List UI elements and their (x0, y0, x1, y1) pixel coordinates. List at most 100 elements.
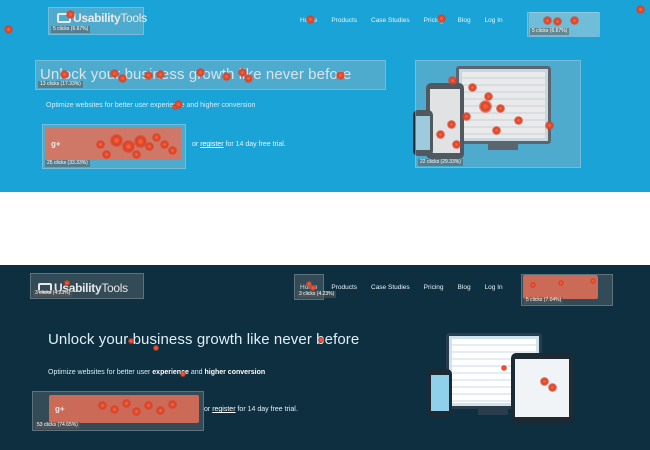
register-line: or register for 14 day free trial. (192, 141, 286, 148)
monitor-stand (478, 409, 508, 415)
click-count-label: 3 clicks (4.23%) (33, 290, 73, 297)
click-count-label: 5 clicks (7.04%) (524, 297, 564, 304)
hero-subline: Optimize websites for better user experi… (46, 102, 255, 109)
nav-item-blog[interactable]: Blog (458, 17, 471, 24)
register-pre-text: or (204, 406, 211, 413)
heat-dot (110, 405, 119, 414)
heat-dot (144, 401, 153, 410)
heat-dot (437, 14, 446, 23)
register-post-text: for 14 day free trial. (225, 141, 286, 148)
panel-separator (0, 192, 650, 265)
click-count-label: 53 clicks (74.65%) (35, 422, 80, 429)
register-link[interactable]: register (200, 141, 223, 148)
heat-dot (152, 133, 161, 142)
hero-headline: Unlock your business growth like never b… (48, 331, 360, 348)
subline-text: higher conversion (204, 369, 266, 376)
heat-dot (196, 68, 205, 77)
subline-text: and (186, 102, 199, 109)
register-pre-text: or (192, 141, 199, 148)
register-post-text: for 14 day free trial. (237, 406, 298, 413)
heat-dot (128, 338, 134, 344)
nav-item-pricing[interactable]: Pricing (424, 284, 444, 291)
heat-dot (153, 345, 159, 351)
heat-zone-signup: 5 clicks (6.67%) (527, 12, 600, 37)
subline-text: Optimize websites for better user (48, 369, 151, 376)
nav-item-case-studies[interactable]: Case Studies (371, 17, 410, 24)
heat-dot (590, 278, 596, 284)
heat-dot (174, 100, 183, 109)
heat-dot (122, 399, 131, 408)
heat-dot (180, 371, 186, 377)
heat-zone-devices: 22 clicks (29.33%) (415, 60, 581, 168)
heat-dot (530, 282, 536, 288)
click-count-label: 25 clicks (33.33%) (45, 160, 90, 167)
heat-dot (553, 17, 562, 26)
hero-subline: Optimize websites for better user experi… (48, 369, 265, 376)
heat-dot (60, 70, 69, 79)
heat-dot (118, 74, 127, 83)
subline-text: Optimize websites for better user (46, 102, 149, 109)
nav-item-blog[interactable]: Blog (458, 284, 471, 291)
heat-dot (548, 383, 557, 392)
heat-dot (156, 406, 165, 415)
nav-item-products[interactable]: Products (331, 17, 357, 24)
register-line: or register for 14 day free trial. (204, 406, 298, 413)
tablet-icon (511, 353, 573, 423)
heat-dot (447, 120, 456, 129)
click-count-label: 5 clicks (6.67%) (530, 28, 570, 35)
heat-dot (144, 71, 153, 80)
heat-dot (132, 150, 141, 159)
nav-bar: Home Products Case Studies Pricing Blog … (300, 17, 503, 24)
heat-dot (4, 25, 13, 34)
heat-dot (468, 83, 477, 92)
heat-dot (336, 71, 345, 80)
heat-dot (96, 140, 105, 149)
register-link[interactable]: register (212, 406, 235, 413)
heat-dot (492, 126, 501, 135)
heat-dot (98, 401, 107, 410)
heat-dot (102, 150, 111, 159)
heat-zone-headline: 13 clicks (17.33%) (35, 60, 386, 90)
heat-dot (145, 142, 154, 151)
nav-item-case-studies[interactable]: Case Studies (371, 284, 410, 291)
heat-dot (452, 140, 461, 149)
heat-dot (558, 280, 564, 286)
heat-dot (310, 285, 316, 291)
heat-dot (545, 121, 554, 130)
heat-dot (479, 100, 492, 113)
heat-dot (156, 70, 165, 79)
heatmap-panel-top: UsabilityTools 5 clicks (6.67%) Home Pro… (0, 0, 650, 192)
heat-dot (168, 146, 177, 155)
heat-dot (448, 76, 457, 85)
nav-item-login[interactable]: Log In (485, 284, 503, 291)
heatmap-panel-bottom: Usability Tools 3 clicks (4.23%) Home Pro… (0, 265, 650, 450)
heat-dot (514, 116, 523, 125)
subline-text: and (190, 369, 203, 376)
heat-dot (496, 104, 505, 113)
nav-item-login[interactable]: Log In (485, 17, 503, 24)
nav-item-products[interactable]: Products (331, 284, 357, 291)
heat-dot (64, 280, 70, 286)
heat-zone-logo: 3 clicks (4.23%) (30, 273, 144, 299)
click-count-label: 3 clicks (4.23%) (297, 291, 337, 298)
heat-dot (222, 72, 231, 81)
heat-dot (543, 16, 552, 25)
heat-dot (66, 10, 75, 19)
phone-icon (428, 369, 452, 417)
heat-dot (436, 130, 445, 139)
heat-dot (462, 112, 471, 121)
heat-dot (570, 16, 579, 25)
subline-text: higher conversion (200, 102, 256, 109)
heat-dot (318, 337, 324, 343)
heat-dot (132, 407, 141, 416)
heat-dot (636, 5, 645, 14)
heat-dot (244, 74, 253, 83)
heat-zone-logo: 5 clicks (6.67%) (48, 7, 144, 35)
heat-dot (306, 15, 315, 24)
click-count-label: 22 clicks (29.33%) (418, 159, 463, 166)
heat-zone-signup: 5 clicks (7.04%) (521, 274, 613, 306)
click-count-label: 5 clicks (6.67%) (51, 26, 91, 33)
click-count-label: 13 clicks (17.33%) (38, 81, 83, 88)
heat-zone-home: 3 clicks (4.23%) (294, 274, 337, 300)
heat-dot (501, 365, 507, 371)
